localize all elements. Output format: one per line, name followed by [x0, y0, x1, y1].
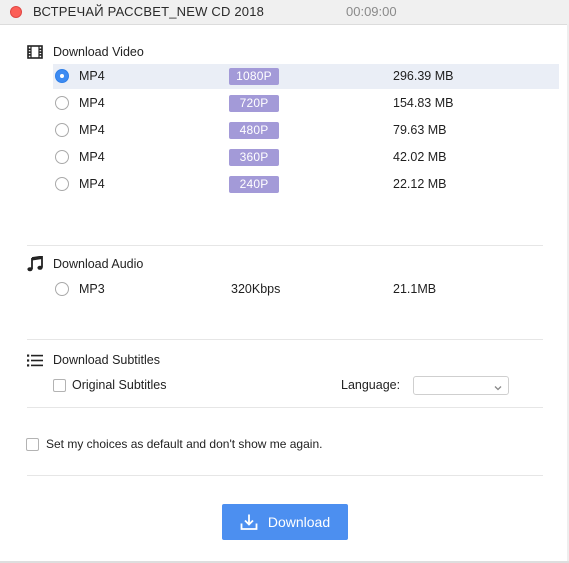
audio-section-title: Download Audio	[53, 257, 144, 271]
film-icon	[27, 44, 43, 60]
quality-badge: 480P	[229, 122, 279, 139]
quality-badge: 360P	[229, 149, 279, 166]
file-size: 296.39 MB	[393, 69, 454, 83]
file-size: 79.63 MB	[393, 123, 447, 137]
music-note-icon	[27, 256, 43, 272]
video-option-radio[interactable]	[55, 150, 69, 164]
list-icon	[27, 352, 43, 368]
quality-badge: 720P	[229, 95, 279, 112]
section-divider	[27, 407, 543, 408]
video-option-row[interactable]: MP4 240P 22.12 MB	[53, 172, 559, 197]
title-bar: ВСТРЕЧАЙ РАССВЕТ_NEW CD 2018 00:09:00	[0, 0, 569, 25]
video-option-row[interactable]: MP4 720P 154.83 MB	[53, 91, 559, 116]
video-option-radio[interactable]	[55, 123, 69, 137]
language-select[interactable]	[413, 376, 509, 395]
format-label: MP4	[79, 150, 105, 164]
file-size: 42.02 MB	[393, 150, 447, 164]
video-option-row[interactable]: MP4 360P 42.02 MB	[53, 145, 559, 170]
quality-badge: 1080P	[229, 68, 279, 85]
file-size: 22.12 MB	[393, 177, 447, 191]
format-label: MP4	[79, 123, 105, 137]
video-option-row[interactable]: MP4 1080P 296.39 MB	[53, 64, 559, 89]
section-divider	[27, 475, 543, 476]
download-button-label: Download	[267, 514, 331, 530]
language-label: Language:	[341, 378, 401, 392]
video-section-title: Download Video	[53, 45, 144, 59]
video-duration: 00:09:00	[346, 4, 397, 19]
format-label: MP3	[79, 282, 105, 296]
original-subtitles-checkbox[interactable]	[53, 379, 66, 392]
section-divider	[27, 339, 543, 340]
format-label: MP4	[79, 96, 105, 110]
audio-option-radio[interactable]	[55, 282, 69, 296]
video-section-header: Download Video	[27, 44, 144, 60]
video-option-radio[interactable]	[55, 69, 69, 83]
default-choice-checkbox[interactable]	[26, 438, 39, 451]
section-divider	[27, 245, 543, 246]
close-window-button[interactable]	[10, 6, 22, 18]
original-subtitles-label: Original Subtitles	[72, 378, 167, 392]
quality-badge: 240P	[229, 176, 279, 193]
window-title: ВСТРЕЧАЙ РАССВЕТ_NEW CD 2018	[33, 4, 265, 19]
audio-option-row[interactable]: MP3 320Kbps 21.1MB	[53, 277, 559, 302]
video-option-radio[interactable]	[55, 96, 69, 110]
subtitles-section-title: Download Subtitles	[53, 353, 161, 367]
audio-bitrate: 320Kbps	[231, 282, 281, 296]
subtitles-section-header: Download Subtitles	[27, 352, 160, 368]
download-button[interactable]: Download	[222, 504, 348, 540]
download-icon	[240, 513, 258, 531]
file-size: 21.1MB	[393, 282, 437, 296]
audio-section-header: Download Audio	[27, 256, 143, 272]
file-size: 154.83 MB	[393, 96, 454, 110]
default-choice-label: Set my choices as default and don't show…	[46, 437, 323, 451]
format-label: MP4	[79, 177, 105, 191]
video-option-row[interactable]: MP4 480P 79.63 MB	[53, 118, 559, 143]
chevron-down-icon	[493, 380, 503, 391]
video-option-radio[interactable]	[55, 177, 69, 191]
format-label: MP4	[79, 69, 105, 83]
